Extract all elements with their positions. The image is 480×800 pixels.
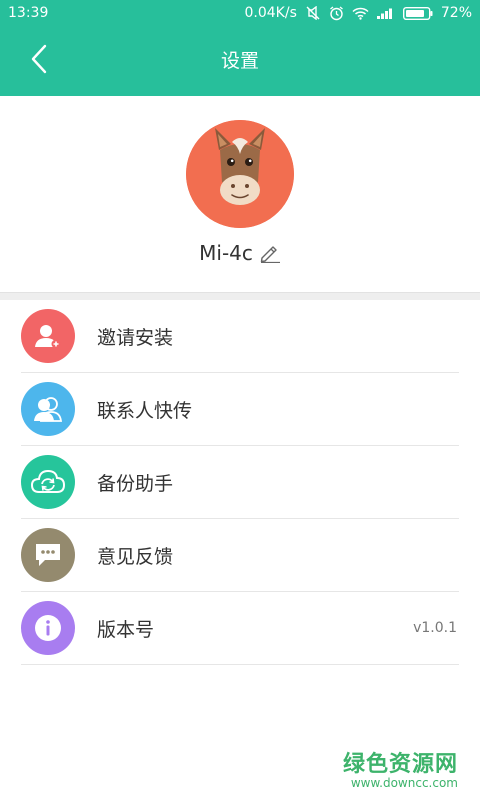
pencil-icon[interactable] xyxy=(259,243,281,263)
app-bar: 设置 xyxy=(0,26,480,96)
watermark-title: 绿色资源网 xyxy=(342,752,458,777)
menu-item-backup-assistant[interactable]: 备份助手 xyxy=(21,446,459,519)
menu-label-backup-assistant: 备份助手 xyxy=(97,472,174,495)
add-user-icon xyxy=(21,309,75,363)
menu-label-version: 版本号 xyxy=(97,618,155,641)
settings-menu: 邀请安装 联系人快传 备份助手 意见反馈 版本号 v1.0.1 xyxy=(0,300,480,665)
status-time: 13:39 xyxy=(8,5,49,21)
alarm-icon xyxy=(329,5,344,21)
info-icon xyxy=(21,601,75,655)
network-speed: 0.04K/s xyxy=(244,5,297,21)
menu-item-version[interactable]: 版本号 v1.0.1 xyxy=(21,592,459,665)
cloud-sync-icon xyxy=(21,455,75,509)
mute-icon xyxy=(305,6,321,20)
battery-percent: 72% xyxy=(440,5,472,21)
status-right-group: 0.04K/s 72% xyxy=(245,5,473,21)
menu-label-invite-install: 邀请安装 xyxy=(97,326,174,349)
menu-item-feedback[interactable]: 意见反馈 xyxy=(21,519,459,592)
wifi-icon xyxy=(352,7,369,20)
signal-icon xyxy=(376,7,395,19)
menu-label-feedback: 意见反馈 xyxy=(97,545,174,568)
page-title: 设置 xyxy=(220,50,259,72)
status-bar: 13:39 0.04K/s 72% xyxy=(0,0,480,26)
menu-item-invite-install[interactable]: 邀请安装 xyxy=(21,300,459,373)
profile-section: Mi-4c xyxy=(0,96,480,292)
device-name: Mi-4c xyxy=(199,241,253,265)
battery-icon xyxy=(402,6,433,20)
watermark-url: www.downcc.com xyxy=(350,776,458,790)
horse-avatar-icon xyxy=(186,120,294,228)
device-name-row: Mi-4c xyxy=(0,238,480,268)
section-divider xyxy=(0,292,480,300)
contacts-icon xyxy=(21,382,75,436)
watermark: 绿色资源网 www.downcc.com xyxy=(343,746,458,790)
chat-bubble-icon xyxy=(21,528,75,582)
menu-item-contacts-transfer[interactable]: 联系人快传 xyxy=(21,373,459,446)
avatar[interactable] xyxy=(186,120,294,228)
menu-label-contacts-transfer: 联系人快传 xyxy=(97,399,193,422)
version-number: v1.0.1 xyxy=(413,620,457,636)
